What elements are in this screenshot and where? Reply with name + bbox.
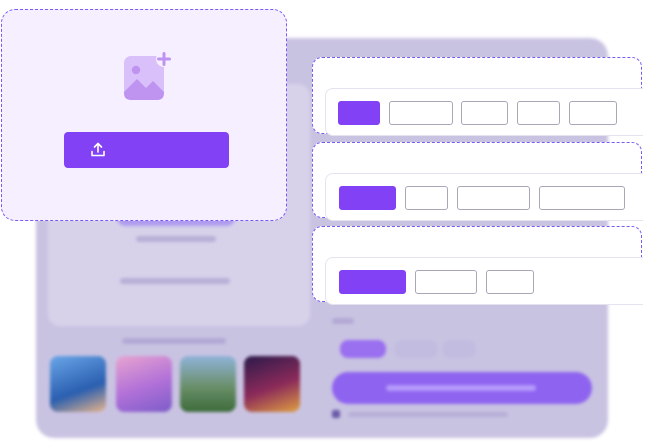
upload-icon (89, 141, 107, 159)
option-chip[interactable] (415, 270, 477, 294)
background-chip (442, 340, 476, 358)
background-examples-title (122, 338, 226, 344)
option-chip[interactable] (539, 186, 625, 210)
panel-options-row (325, 173, 643, 221)
background-chip (340, 340, 386, 358)
background-text-line (348, 412, 508, 417)
option-panel-3 (312, 226, 643, 305)
option-chip[interactable] (389, 101, 453, 125)
option-chip[interactable] (486, 270, 534, 294)
background-thumbnail (180, 356, 236, 412)
background-thumbnail (244, 356, 300, 412)
background-chip (394, 340, 438, 358)
option-chip-selected[interactable] (339, 186, 396, 210)
option-chip[interactable] (569, 101, 617, 125)
upload-card (1, 9, 287, 221)
option-chip[interactable] (517, 101, 560, 125)
background-thumbnail (50, 356, 106, 412)
option-chip[interactable] (405, 186, 448, 210)
background-text-line (120, 278, 230, 284)
background-text-line (136, 236, 216, 242)
background-thumbnail (116, 356, 172, 412)
option-chip-selected[interactable] (338, 101, 380, 125)
background-checkbox (332, 410, 340, 418)
image-add-icon (122, 50, 172, 108)
panel-options-row (325, 88, 643, 136)
option-panel-1 (312, 57, 643, 136)
background-generate-label (386, 385, 536, 391)
option-chip[interactable] (461, 101, 508, 125)
panel-options-row (325, 257, 643, 305)
background-label (332, 318, 354, 324)
upload-image-button[interactable] (64, 132, 229, 168)
option-chip-selected[interactable] (339, 270, 406, 294)
option-panel-2 (312, 142, 643, 221)
option-chip[interactable] (457, 186, 530, 210)
